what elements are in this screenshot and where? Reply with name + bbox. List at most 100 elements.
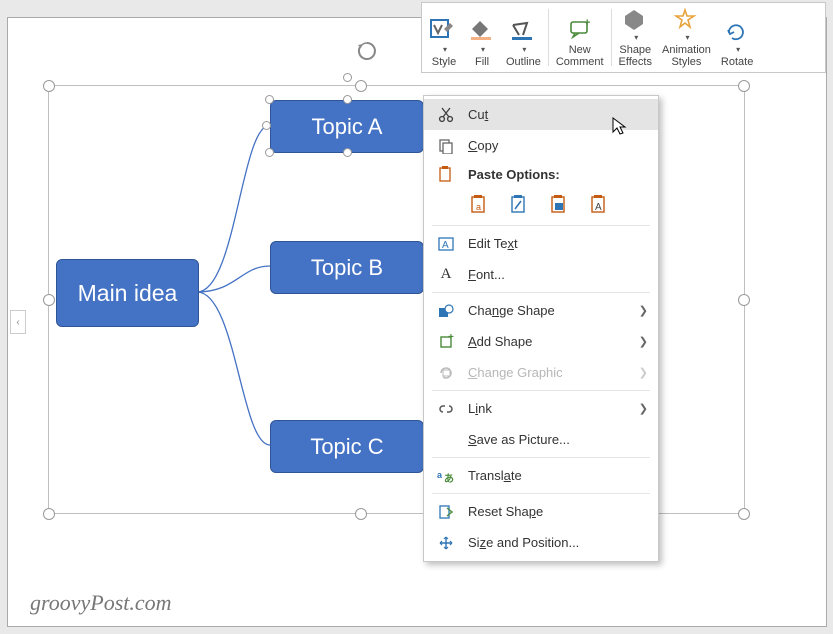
- svg-text:A: A: [595, 202, 602, 213]
- menu-change-shape[interactable]: Change Shape ❯: [424, 295, 658, 326]
- shape-handle[interactable]: [265, 148, 274, 157]
- menu-copy[interactable]: Copy: [424, 130, 658, 161]
- menu-paste-options-header: Paste Options:: [424, 161, 658, 187]
- shape-handle[interactable]: [343, 148, 352, 157]
- svg-text:+: +: [584, 18, 590, 29]
- rotate-label: Rotate: [721, 56, 753, 68]
- outline-button[interactable]: ▾ Outline: [501, 3, 546, 72]
- copy-icon: [434, 138, 458, 154]
- menu-label: Cut: [468, 107, 648, 122]
- change-shape-icon: [434, 303, 458, 319]
- shape-handle[interactable]: [265, 95, 274, 104]
- selection-handle[interactable]: [43, 80, 55, 92]
- fill-button[interactable]: ▾ Fill: [463, 3, 501, 72]
- chevron-right-icon: ❯: [639, 402, 648, 415]
- style-button[interactable]: ▾ Style: [425, 3, 463, 72]
- paste-options-row: a A: [424, 187, 658, 223]
- paste-use-destination-icon[interactable]: [508, 193, 532, 217]
- separator: [548, 9, 549, 66]
- menu-separator: [432, 225, 650, 226]
- new-comment-label: New Comment: [556, 44, 604, 68]
- menu-separator: [432, 457, 650, 458]
- shape-handle[interactable]: [343, 73, 352, 82]
- rotate-icon: [725, 17, 749, 43]
- menu-separator: [432, 493, 650, 494]
- menu-edit-text[interactable]: A Edit Text: [424, 228, 658, 259]
- style-label: Style: [432, 56, 456, 68]
- selection-handle[interactable]: [738, 294, 750, 306]
- rotate-button[interactable]: ▾ Rotate: [716, 3, 758, 72]
- chevron-right-icon: ❯: [639, 366, 648, 379]
- shape-effects-label: Shape Effects: [619, 44, 652, 68]
- menu-label: Translate: [468, 468, 648, 483]
- new-comment-button[interactable]: + New Comment: [551, 3, 609, 72]
- menu-save-as-picture[interactable]: Save as Picture...: [424, 424, 658, 455]
- translate-icon: aあ: [434, 468, 458, 484]
- separator: [611, 9, 612, 66]
- menu-label: Size and Position...: [468, 535, 648, 550]
- size-position-icon: [434, 535, 458, 551]
- outline-label: Outline: [506, 56, 541, 68]
- add-shape-icon: +: [434, 334, 458, 350]
- menu-label: Save as Picture...: [468, 432, 648, 447]
- reset-shape-icon: [434, 504, 458, 520]
- paste-keep-source-icon[interactable]: a: [468, 193, 492, 217]
- menu-translate[interactable]: aあ Translate: [424, 460, 658, 491]
- svg-text:a: a: [476, 202, 481, 212]
- new-comment-icon: +: [569, 16, 591, 42]
- cut-icon: [434, 107, 458, 123]
- context-menu: Cut Copy Paste Options: a A A Edit Text …: [423, 95, 659, 562]
- menu-separator: [432, 292, 650, 293]
- selection-handle[interactable]: [43, 294, 55, 306]
- paste-icon: [434, 166, 458, 182]
- menu-add-shape[interactable]: + Add Shape ❯: [424, 326, 658, 357]
- shape-effects-button[interactable]: ▾ Shape Effects: [614, 3, 657, 72]
- chevron-right-icon: ❯: [639, 335, 648, 348]
- selection-handle[interactable]: [355, 80, 367, 92]
- outline-icon: [509, 17, 537, 43]
- menu-reset-shape[interactable]: Reset Shape: [424, 496, 658, 527]
- selection-handle[interactable]: [43, 508, 55, 520]
- animation-styles-icon: [674, 7, 698, 31]
- svg-text:a: a: [437, 470, 443, 480]
- menu-label: Link: [468, 401, 629, 416]
- paste-picture-icon[interactable]: [548, 193, 572, 217]
- left-margin-tab[interactable]: ‹: [10, 310, 26, 334]
- menu-label: Reset Shape: [468, 504, 648, 519]
- menu-label: Edit Text: [468, 236, 648, 251]
- svg-text:A: A: [442, 240, 449, 251]
- menu-change-graphic: Change Graphic ❯: [424, 357, 658, 388]
- menu-label: Paste Options:: [468, 167, 648, 182]
- font-icon: A: [434, 266, 458, 283]
- link-icon: [434, 401, 458, 417]
- fill-label: Fill: [475, 56, 489, 68]
- change-graphic-icon: [434, 365, 458, 381]
- edit-text-icon: A: [434, 236, 458, 252]
- selection-handle[interactable]: [355, 508, 367, 520]
- shape-handle[interactable]: [262, 121, 271, 130]
- rotate-handle-icon[interactable]: [356, 40, 378, 62]
- shape-effects-icon: [623, 7, 647, 31]
- svg-text:+: +: [448, 334, 454, 343]
- animation-styles-label: Animation Styles: [662, 44, 711, 68]
- selection-handle[interactable]: [738, 80, 750, 92]
- menu-label: Copy: [468, 138, 648, 153]
- fill-icon: [468, 17, 496, 43]
- shape-handle[interactable]: [343, 95, 352, 104]
- menu-link[interactable]: Link ❯: [424, 393, 658, 424]
- svg-text:あ: あ: [444, 472, 454, 484]
- style-icon: [430, 17, 458, 43]
- menu-font[interactable]: A Font...: [424, 259, 658, 290]
- menu-label: Add Shape: [468, 334, 629, 349]
- animation-styles-button[interactable]: ▾ Animation Styles: [657, 3, 716, 72]
- menu-label: Font...: [468, 267, 648, 282]
- menu-separator: [432, 390, 650, 391]
- menu-cut[interactable]: Cut: [424, 99, 658, 130]
- paste-text-only-icon[interactable]: A: [588, 193, 612, 217]
- chevron-right-icon: ❯: [639, 304, 648, 317]
- menu-label: Change Shape: [468, 303, 629, 318]
- selection-handle[interactable]: [738, 508, 750, 520]
- mini-toolbar: ▾ Style ▾ Fill ▾ Outline + New Comment ▾…: [421, 2, 826, 73]
- menu-label: Change Graphic: [468, 365, 629, 380]
- menu-size-position[interactable]: Size and Position...: [424, 527, 658, 558]
